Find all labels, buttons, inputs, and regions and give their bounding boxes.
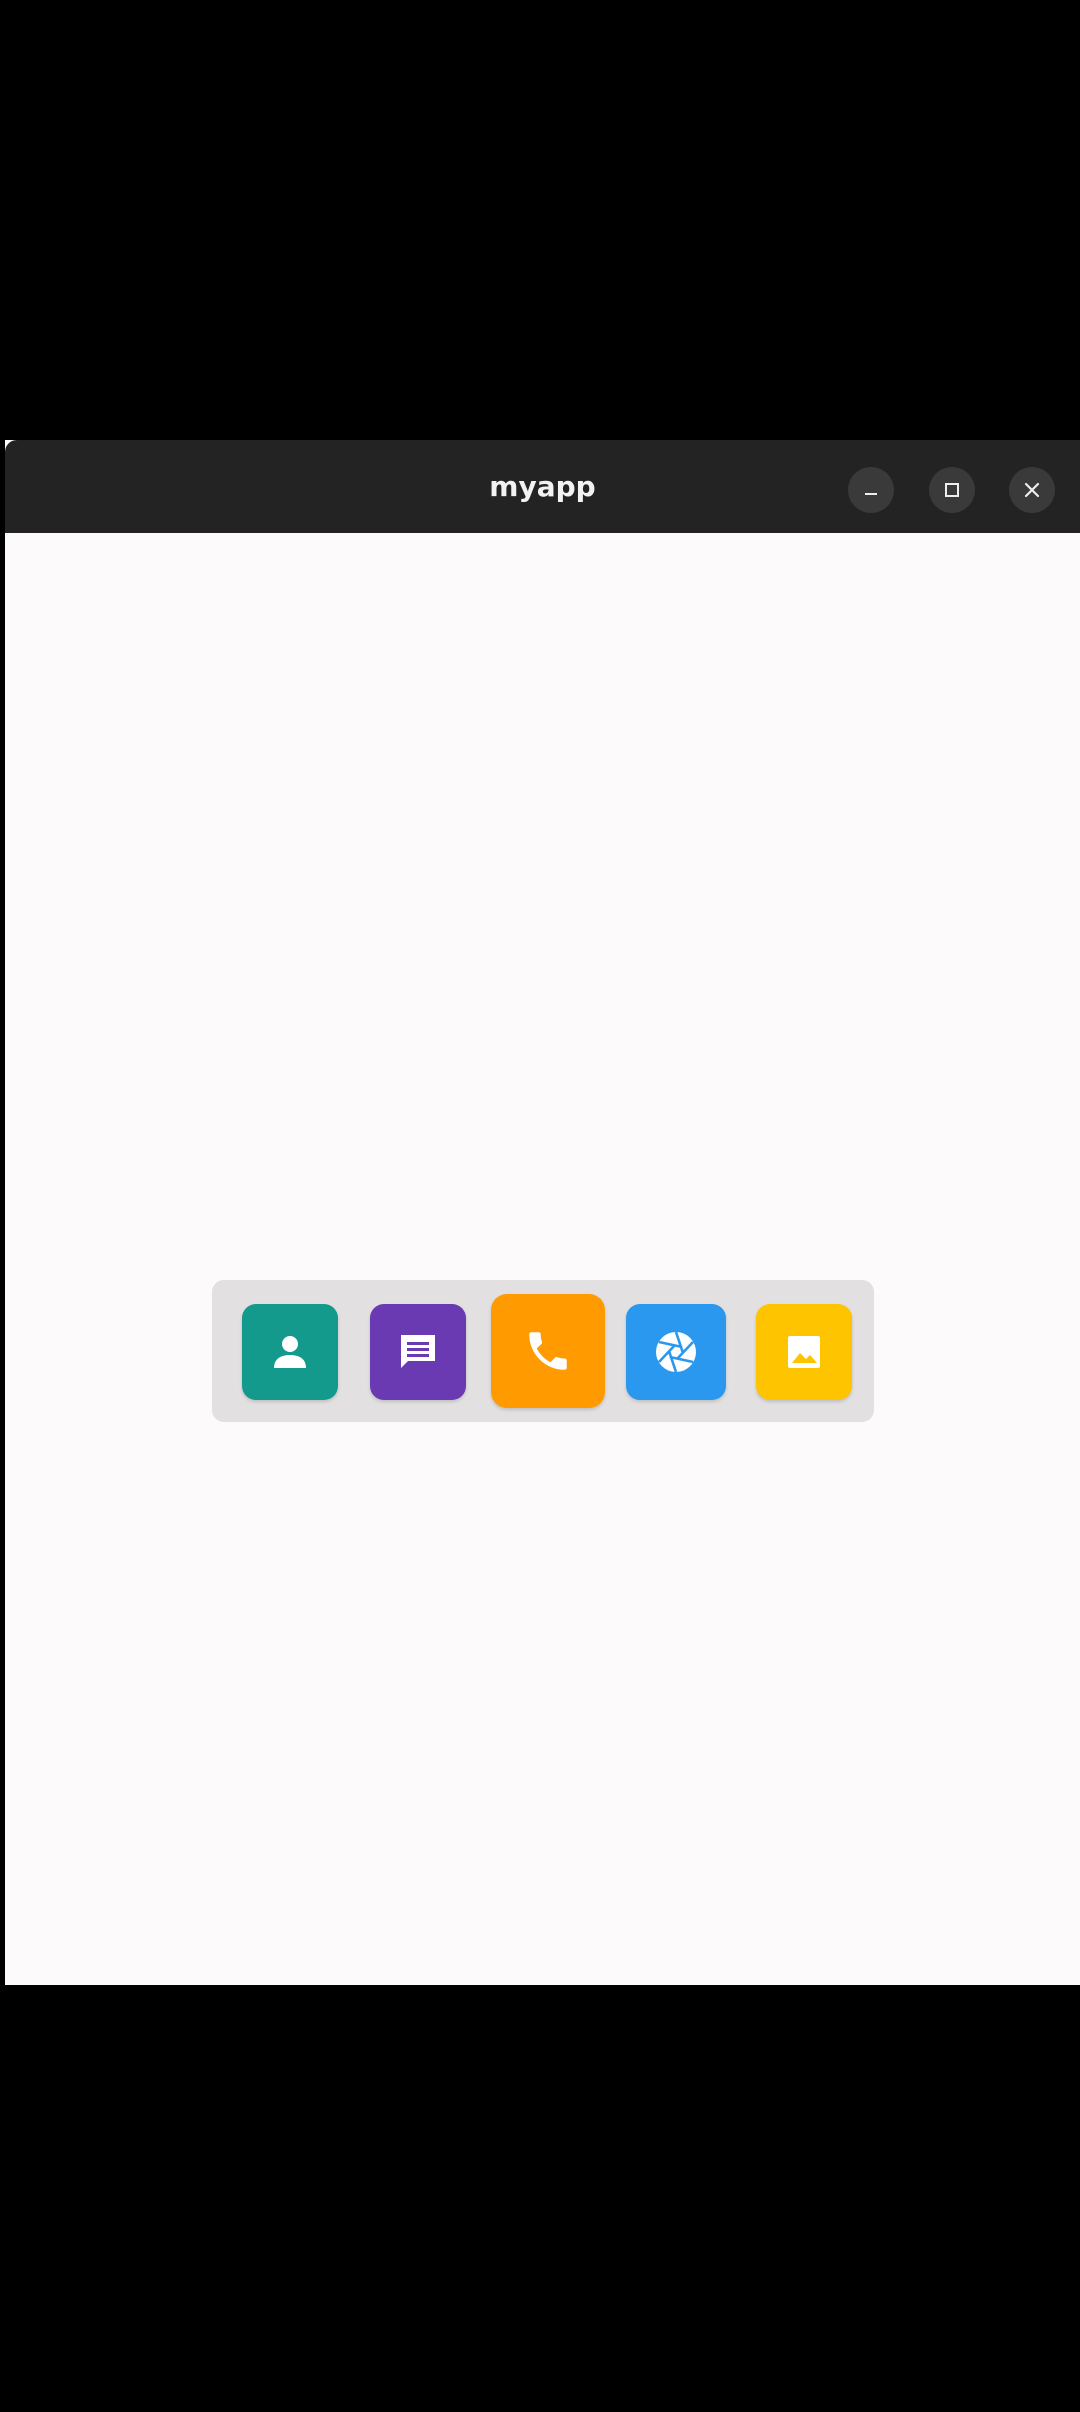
screen: myapp <box>0 0 1080 2412</box>
maximize-button[interactable] <box>929 467 975 513</box>
messages-app-button[interactable] <box>370 1304 466 1400</box>
aperture-icon <box>656 1331 696 1373</box>
title-bar[interactable]: myapp <box>5 440 1080 533</box>
image-icon <box>788 1336 820 1368</box>
close-icon <box>1024 482 1040 498</box>
maximize-icon <box>945 483 959 497</box>
app-dock <box>212 1280 874 1422</box>
minimize-icon <box>865 493 877 495</box>
close-button[interactable] <box>1009 467 1055 513</box>
person-icon <box>274 1336 306 1368</box>
app-window: myapp <box>5 440 1080 1985</box>
contacts-app-button[interactable] <box>242 1304 338 1400</box>
gallery-app-button[interactable] <box>756 1304 852 1400</box>
camera-app-button[interactable] <box>626 1304 726 1400</box>
phone-icon <box>529 1332 567 1370</box>
window-content <box>5 533 1080 1985</box>
minimize-button[interactable] <box>848 467 894 513</box>
message-icon <box>401 1335 435 1368</box>
phone-app-button[interactable] <box>491 1294 605 1408</box>
window-title: myapp <box>489 470 596 503</box>
